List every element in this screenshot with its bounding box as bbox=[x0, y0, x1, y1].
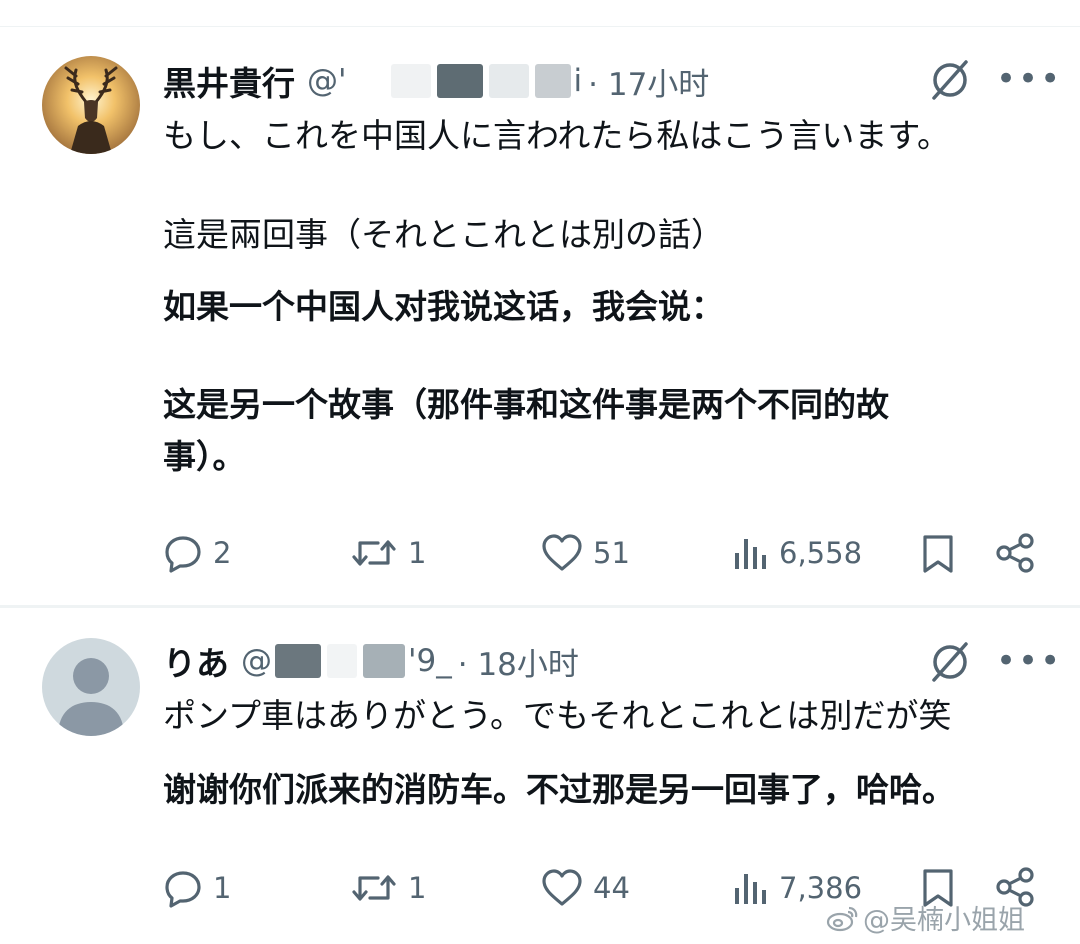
reply-button[interactable]: 1 bbox=[163, 868, 231, 908]
reply-count: 2 bbox=[213, 536, 232, 570]
author-handle[interactable]: @' i bbox=[307, 63, 582, 99]
reply-icon bbox=[165, 871, 201, 908]
reply-count: 1 bbox=[213, 871, 232, 905]
redacted-block bbox=[390, 64, 431, 98]
top-divider bbox=[0, 26, 1080, 27]
redacted-block bbox=[327, 644, 357, 678]
tweet-text-line: 事）。 bbox=[163, 437, 246, 476]
reply-icon bbox=[165, 536, 201, 573]
handle-suffix: i bbox=[573, 63, 583, 99]
tweet-text-line: 谢谢你们派来的消防车。不过那是另一回事了，哈哈。 bbox=[163, 770, 955, 809]
like-icon bbox=[542, 534, 582, 571]
like-button[interactable]: 51 bbox=[541, 533, 630, 573]
default-avatar-icon bbox=[58, 658, 124, 736]
handle-prefix: @' bbox=[307, 63, 347, 99]
redacted-block bbox=[275, 644, 321, 678]
repost-count: 1 bbox=[408, 871, 427, 905]
grok-icon[interactable] bbox=[928, 640, 972, 684]
tweet-text-line: もし、これを中国人に言われたら私はこう言います。 bbox=[163, 116, 951, 155]
repost-icon bbox=[352, 540, 396, 566]
more-icon[interactable]: ••• bbox=[996, 62, 1062, 96]
deer-avatar-image bbox=[42, 56, 140, 154]
bookmark-icon[interactable] bbox=[920, 534, 956, 578]
redacted-block bbox=[534, 64, 571, 98]
tweet-text-line: 這是兩回事（それとこれとは別の話） bbox=[163, 215, 724, 254]
timestamp[interactable]: · 17小时 bbox=[588, 59, 709, 104]
redacted-block bbox=[436, 64, 483, 98]
author-name[interactable]: 黒井貴行 bbox=[163, 57, 295, 105]
timestamp[interactable]: · 18小时 bbox=[458, 639, 579, 684]
views-count: 6,558 bbox=[779, 536, 863, 570]
views-icon bbox=[735, 539, 766, 569]
tweet-header: 黒井貴行 @' i · 17小时 bbox=[163, 59, 709, 103]
more-icon[interactable]: ••• bbox=[996, 644, 1062, 678]
watermark-text: @吴楠小姐姐 bbox=[863, 905, 1025, 936]
handle-suffix: '9_ bbox=[408, 643, 452, 679]
redacted-block bbox=[363, 644, 405, 678]
author-handle[interactable]: @ '9_ bbox=[241, 643, 452, 679]
views-button[interactable]: 6,558 bbox=[733, 533, 862, 573]
author-name[interactable]: りあ bbox=[163, 637, 229, 685]
repost-icon bbox=[352, 875, 396, 901]
grok-icon[interactable] bbox=[928, 58, 972, 102]
redacted-block bbox=[488, 64, 529, 98]
like-button[interactable]: 44 bbox=[541, 868, 630, 908]
like-count: 44 bbox=[593, 871, 630, 905]
weibo-icon bbox=[826, 906, 858, 931]
tweet-text-line: 如果一个中国人对我说这话，我会说： bbox=[163, 287, 724, 326]
repost-button[interactable]: 1 bbox=[350, 868, 426, 908]
tweet-divider bbox=[0, 605, 1080, 608]
avatar[interactable] bbox=[42, 638, 140, 736]
like-count: 51 bbox=[593, 536, 630, 570]
tweet-header: りあ @ '9_ · 18小时 bbox=[163, 639, 579, 683]
avatar[interactable] bbox=[42, 56, 140, 154]
views-icon bbox=[735, 874, 766, 904]
like-icon bbox=[542, 869, 582, 906]
watermark: @吴楠小姐姐 bbox=[825, 898, 1025, 937]
tweet-text-line: 这是另一个故事（那件事和这件事是两个不同的故 bbox=[163, 385, 889, 424]
share-icon[interactable] bbox=[994, 532, 1036, 578]
tweet-text-line: ポンプ車はありがとう。でもそれとこれとは別だが笑 bbox=[163, 696, 952, 735]
repost-button[interactable]: 1 bbox=[350, 533, 426, 573]
repost-count: 1 bbox=[408, 536, 427, 570]
reply-button[interactable]: 2 bbox=[163, 533, 231, 573]
handle-prefix: @ bbox=[241, 643, 272, 679]
